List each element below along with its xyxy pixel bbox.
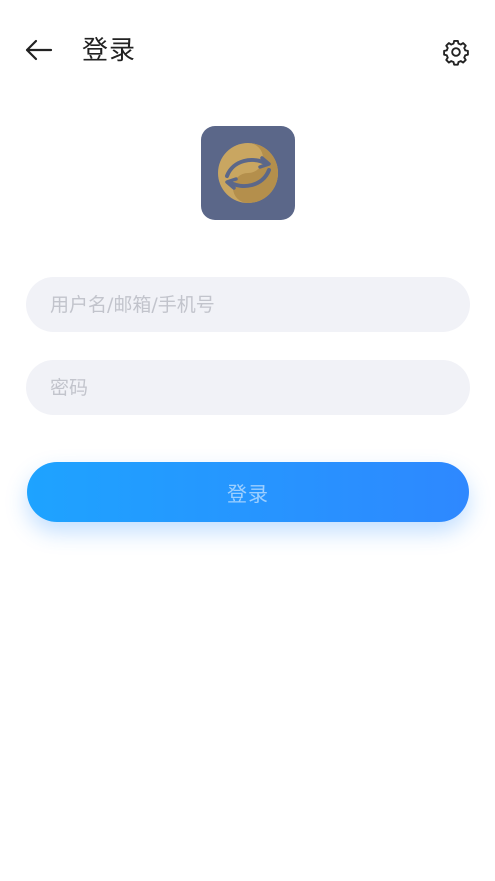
app-logo-icon — [218, 143, 278, 203]
login-button-label: 登录 — [227, 481, 269, 506]
password-input[interactable] — [48, 375, 448, 400]
back-button[interactable] — [20, 32, 56, 68]
app-logo — [201, 126, 295, 220]
username-input[interactable] — [48, 292, 448, 317]
gear-icon — [443, 39, 469, 66]
page-title: 登录 — [82, 36, 137, 66]
settings-button[interactable] — [438, 34, 474, 70]
login-button[interactable]: 登录 — [27, 462, 469, 522]
password-field[interactable] — [26, 360, 470, 415]
username-field[interactable] — [26, 277, 470, 332]
arrow-left-icon — [25, 39, 53, 61]
header: 登录 — [0, 0, 495, 100]
